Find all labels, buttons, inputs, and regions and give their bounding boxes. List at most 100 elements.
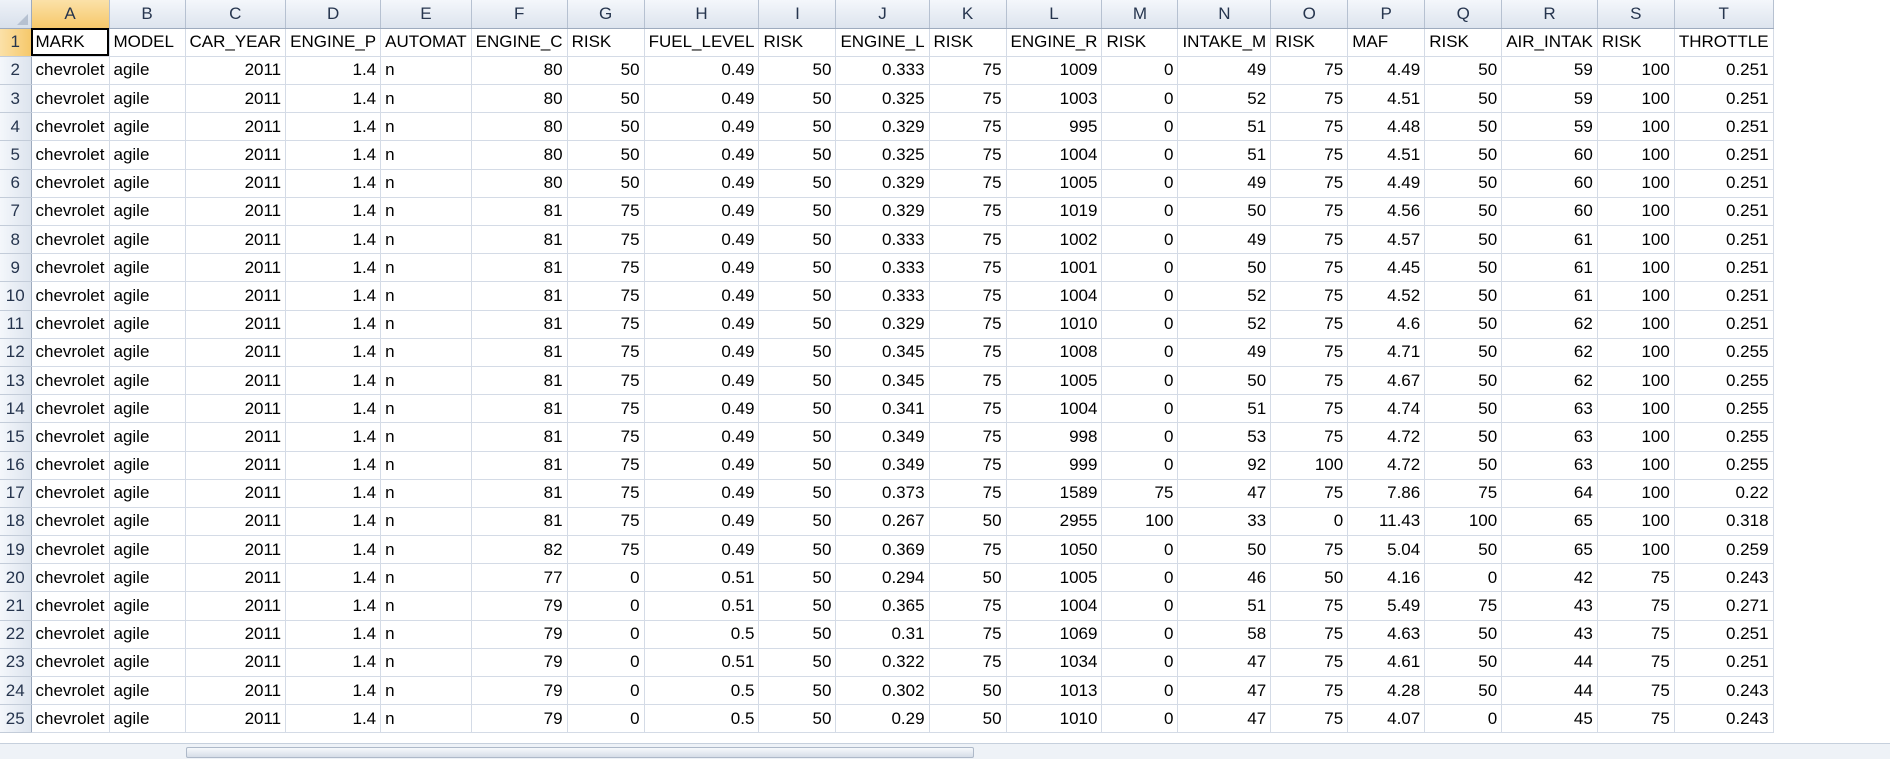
- grid-cell[interactable]: 4.49: [1347, 56, 1426, 86]
- grid-cell[interactable]: 0.251: [1674, 84, 1774, 114]
- grid-cell[interactable]: 1.4: [285, 704, 382, 734]
- grid-cell[interactable]: 0.251: [1674, 169, 1774, 198]
- grid-cell[interactable]: 2011: [185, 140, 287, 170]
- grid-cell[interactable]: 0: [1101, 591, 1179, 621]
- grid-cell[interactable]: 100: [1597, 451, 1675, 480]
- header-cell[interactable]: MARK: [31, 28, 110, 57]
- grid-cell[interactable]: 51: [1177, 140, 1272, 170]
- grid-cell[interactable]: 0.369: [835, 535, 930, 565]
- grid-cell[interactable]: 0.49: [644, 338, 760, 367]
- grid-cell[interactable]: 65: [1501, 507, 1598, 537]
- grid-cell[interactable]: 0.333: [835, 253, 930, 283]
- column-header-h[interactable]: H: [644, 0, 760, 29]
- grid-cell[interactable]: 50: [1177, 197, 1272, 227]
- header-cell[interactable]: RISK: [1101, 28, 1179, 57]
- grid-cell[interactable]: chevrolet: [31, 563, 110, 593]
- header-cell[interactable]: RISK: [1597, 28, 1675, 57]
- row-header[interactable]: 10: [0, 281, 32, 311]
- grid-cell[interactable]: 50: [758, 648, 837, 678]
- grid-cell[interactable]: 998: [1006, 422, 1103, 452]
- grid-cell[interactable]: 4.61: [1347, 648, 1426, 678]
- grid-cell[interactable]: 4.71: [1347, 338, 1426, 367]
- grid-cell[interactable]: 100: [1597, 535, 1675, 565]
- grid-cell[interactable]: 0: [1101, 676, 1179, 706]
- grid-cell[interactable]: 81: [471, 253, 568, 283]
- grid-cell[interactable]: 75: [1424, 591, 1503, 621]
- grid-cell[interactable]: 50: [758, 620, 837, 649]
- horizontal-scrollbar-thumb[interactable]: [186, 747, 974, 758]
- grid-cell[interactable]: 75: [1270, 169, 1349, 198]
- grid-cell[interactable]: 75: [929, 140, 1007, 170]
- grid-cell[interactable]: 50: [1424, 535, 1503, 565]
- grid-cell[interactable]: 50: [758, 676, 837, 706]
- grid-cell[interactable]: 50: [758, 169, 837, 198]
- grid-cell[interactable]: 0.49: [644, 140, 760, 170]
- grid-cell[interactable]: 80: [471, 112, 568, 142]
- grid-cell[interactable]: agile: [109, 56, 186, 86]
- grid-cell[interactable]: 0: [567, 620, 645, 649]
- grid-cell[interactable]: 4.51: [1347, 84, 1426, 114]
- grid-cell[interactable]: 50: [1424, 169, 1503, 198]
- column-header-j[interactable]: J: [835, 0, 930, 29]
- grid-cell[interactable]: 75: [929, 366, 1007, 396]
- grid-cell[interactable]: n: [380, 676, 472, 706]
- grid-cell[interactable]: 1008: [1006, 338, 1103, 367]
- grid-cell[interactable]: 79: [471, 676, 568, 706]
- grid-cell[interactable]: 0: [1101, 56, 1179, 86]
- grid-cell[interactable]: 0.29: [835, 704, 930, 734]
- grid-cell[interactable]: 1.4: [285, 140, 382, 170]
- grid-cell[interactable]: 75: [567, 310, 645, 339]
- grid-cell[interactable]: 0.49: [644, 535, 760, 565]
- grid-cell[interactable]: 75: [929, 591, 1007, 621]
- header-cell[interactable]: INTAKE_M: [1177, 28, 1272, 57]
- column-header-n[interactable]: N: [1177, 0, 1272, 29]
- grid-cell[interactable]: agile: [109, 620, 186, 649]
- grid-cell[interactable]: agile: [109, 140, 186, 170]
- row-header[interactable]: 2: [0, 56, 32, 86]
- select-all-corner[interactable]: [0, 0, 32, 29]
- grid-cell[interactable]: 1004: [1006, 281, 1103, 311]
- grid-cell[interactable]: 58: [1177, 620, 1272, 649]
- grid-cell[interactable]: 4.52: [1347, 281, 1426, 311]
- row-header[interactable]: 5: [0, 140, 32, 170]
- grid-cell[interactable]: 100: [1597, 84, 1675, 114]
- grid-cell[interactable]: 0.349: [835, 422, 930, 452]
- grid-cell[interactable]: 59: [1501, 112, 1598, 142]
- grid-cell[interactable]: agile: [109, 310, 186, 339]
- grid-cell[interactable]: 75: [567, 366, 645, 396]
- grid-cell[interactable]: 4.48: [1347, 112, 1426, 142]
- grid-cell[interactable]: 1.4: [285, 535, 382, 565]
- grid-cell[interactable]: 81: [471, 197, 568, 227]
- grid-cell[interactable]: 50: [1424, 620, 1503, 649]
- grid-cell[interactable]: 0.365: [835, 591, 930, 621]
- header-cell[interactable]: RISK: [1424, 28, 1503, 57]
- grid-cell[interactable]: 100: [1424, 507, 1503, 537]
- grid-cell[interactable]: 75: [1270, 225, 1349, 255]
- grid-cell[interactable]: 50: [1424, 648, 1503, 678]
- grid-cell[interactable]: n: [380, 591, 472, 621]
- grid-cell[interactable]: n: [380, 281, 472, 311]
- grid-cell[interactable]: 50: [758, 591, 837, 621]
- grid-cell[interactable]: 0: [1101, 84, 1179, 114]
- grid-cell[interactable]: 1.4: [285, 366, 382, 396]
- header-cell[interactable]: RISK: [929, 28, 1007, 57]
- grid-cell[interactable]: chevrolet: [31, 169, 110, 198]
- grid-cell[interactable]: chevrolet: [31, 281, 110, 311]
- grid-cell[interactable]: 51: [1177, 112, 1272, 142]
- grid-cell[interactable]: 81: [471, 394, 568, 424]
- grid-cell[interactable]: 46: [1177, 563, 1272, 593]
- grid-cell[interactable]: 75: [929, 197, 1007, 227]
- grid-cell[interactable]: 0.251: [1674, 648, 1774, 678]
- grid-cell[interactable]: 60: [1501, 169, 1598, 198]
- grid-cell[interactable]: 75: [929, 225, 1007, 255]
- grid-cell[interactable]: 75: [929, 451, 1007, 480]
- grid-cell[interactable]: 4.16: [1347, 563, 1426, 593]
- grid-cell[interactable]: 0.243: [1674, 563, 1774, 593]
- grid-cell[interactable]: 1005: [1006, 366, 1103, 396]
- grid-cell[interactable]: chevrolet: [31, 535, 110, 565]
- grid-cell[interactable]: 75: [1270, 676, 1349, 706]
- grid-cell[interactable]: 50: [567, 112, 645, 142]
- horizontal-scrollbar[interactable]: [0, 743, 1890, 759]
- grid-cell[interactable]: 0: [567, 563, 645, 593]
- grid-cell[interactable]: 2011: [185, 84, 287, 114]
